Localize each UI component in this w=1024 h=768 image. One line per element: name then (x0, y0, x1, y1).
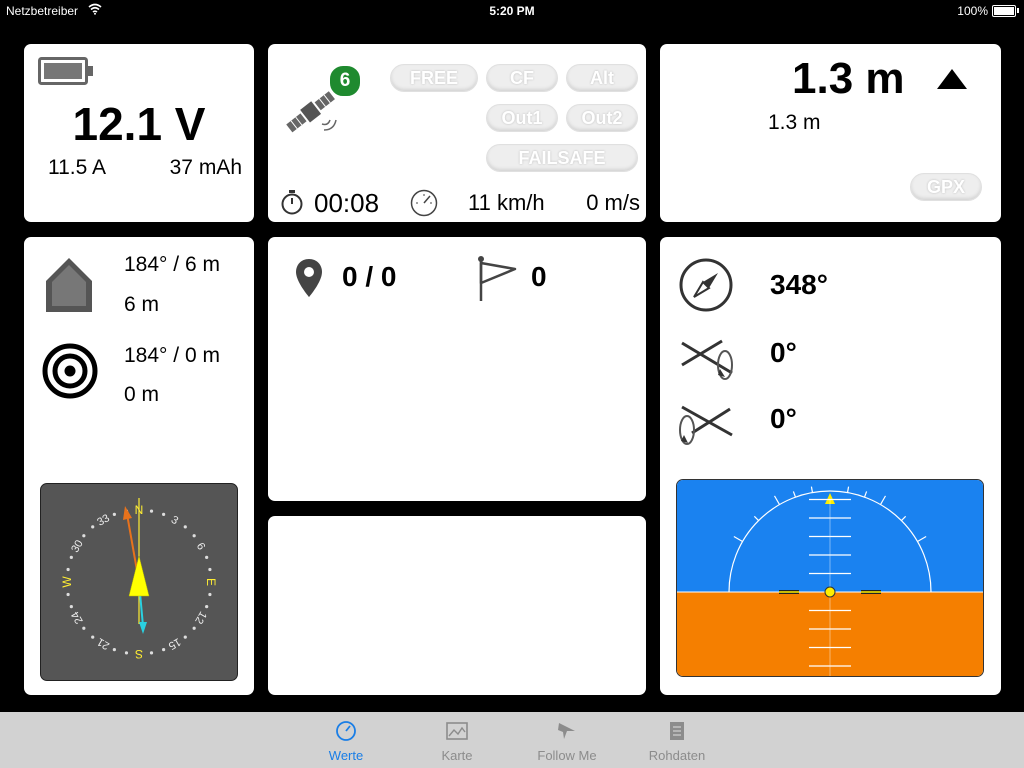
mode-failsafe-button[interactable]: FAILSAFE (486, 144, 638, 172)
status-battery-icon (992, 5, 1016, 17)
tab-werte[interactable]: Werte (296, 712, 396, 768)
tab-karte-label: Karte (441, 748, 473, 763)
compass-label: S (135, 647, 143, 661)
status-time: 5:20 PM (489, 4, 535, 18)
flag-count: 0 (531, 261, 547, 292)
satellite-count-badge: 6 (328, 64, 362, 98)
climb-arrow-icon (937, 69, 967, 89)
gps-panel: 6 FREE CF Alt Out1 Out2 FAILSAFE 00:08 1… (268, 44, 646, 222)
battery-percent: 100% (957, 4, 988, 18)
tab-karte[interactable]: Karte (407, 712, 507, 768)
gpx-button[interactable]: GPX (910, 173, 982, 201)
compass-label: 12 (192, 609, 209, 626)
compass-label: 6 (194, 541, 207, 552)
attitude-panel: 348° 0° 0° (660, 237, 1001, 695)
status-bar: Netzbetreiber 5:20 PM 100% (0, 0, 1024, 22)
mode-out1-button[interactable]: Out1 (486, 104, 558, 132)
compass-label: E (204, 578, 218, 586)
altitude-panel: 1.3 m 1.3 m GPX (660, 44, 1001, 222)
location-pin-icon (296, 259, 322, 297)
gauge-icon (336, 721, 356, 741)
tab-werte-label: Werte (328, 748, 364, 763)
compass-dial: 33N36E1215S2124W30 (60, 498, 218, 661)
altitude-secondary: 1.3 m (768, 111, 821, 134)
battery-icon (38, 57, 93, 85)
waypoint-count: 0 / 0 (342, 261, 397, 292)
compass-label: 15 (166, 635, 183, 652)
compass-label: 30 (69, 538, 86, 555)
tab-follow-me[interactable]: Follow Me (517, 712, 617, 768)
roll-icon (681, 339, 733, 380)
tab-bar: Werte Karte Follow Me Rohdaten (0, 712, 1024, 768)
battery-capacity: 37 mAh (169, 156, 242, 179)
home-panel: 184° / 6 m 6 m 184° / 0 m 0 m 33N36E1215… (24, 237, 254, 695)
tab-rohdaten-label: Rohdaten (648, 748, 706, 763)
home-bearing-distance: 184° / 6 m (124, 253, 220, 276)
map-icon (446, 722, 468, 740)
compass-label: W (60, 576, 74, 588)
target-icon (42, 343, 98, 399)
mode-cf-button[interactable]: CF (486, 64, 558, 92)
compass-label: 3 (169, 514, 180, 527)
ground-speed: 11 km/h (468, 190, 545, 215)
artificial-horizon (677, 480, 983, 676)
mode-out2-button[interactable]: Out2 (566, 104, 638, 132)
heading-value: 348° (770, 269, 828, 300)
pitch-icon (679, 405, 733, 445)
stopwatch-icon (281, 190, 303, 215)
compass-label: 24 (69, 609, 86, 626)
battery-voltage: 12.1 V (72, 98, 206, 150)
target-bearing-distance: 184° / 0 m (124, 344, 220, 367)
mode-alt-button[interactable]: Alt (566, 64, 638, 92)
list-icon (670, 722, 684, 740)
home-icon (46, 258, 92, 312)
compass-label: 21 (95, 635, 112, 652)
speedometer-icon (410, 189, 438, 217)
home-distance: 6 m (124, 293, 160, 316)
compass-rose: 33N36E1215S2124W30 (40, 483, 238, 681)
vertical-speed: 0 m/s (586, 190, 640, 215)
altitude-value: 1.3 m (792, 54, 905, 103)
waypoint-panel: 0 / 0 0 (268, 237, 646, 501)
mode-free-button[interactable]: FREE (390, 64, 478, 92)
empty-panel (268, 516, 646, 695)
flag-icon (478, 256, 517, 301)
roll-value: 0° (770, 337, 797, 368)
battery-current: 11.5 A (48, 156, 106, 179)
battery-panel: 12.1 V 11.5 A 37 mAh (24, 44, 254, 222)
pitch-value: 0° (770, 403, 797, 434)
attitude-indicator (676, 479, 984, 677)
compass-heading-icon (679, 258, 733, 312)
compass-label: 33 (95, 512, 112, 529)
target-distance: 0 m (124, 383, 160, 406)
tab-follow-me-label: Follow Me (537, 748, 597, 763)
flight-timer: 00:08 (314, 188, 380, 218)
plane-icon (558, 723, 575, 739)
tab-rohdaten[interactable]: Rohdaten (627, 712, 727, 768)
